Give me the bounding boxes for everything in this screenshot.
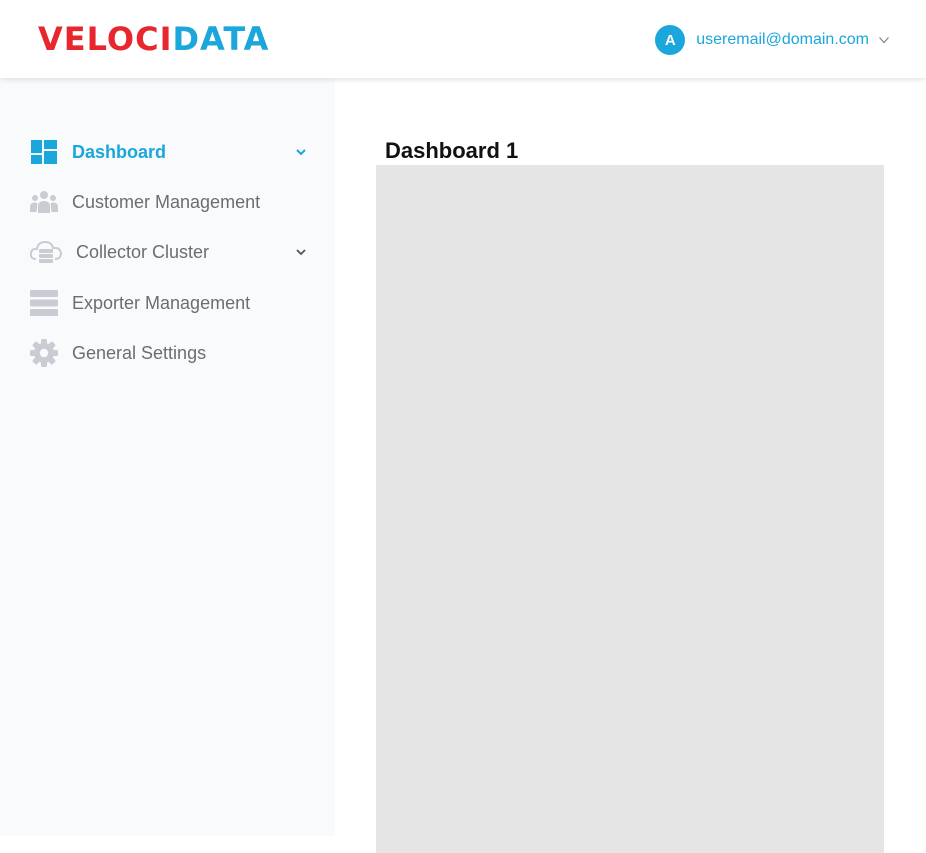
cloud-server-icon bbox=[30, 238, 62, 266]
user-avatar[interactable]: A bbox=[655, 25, 686, 55]
top-bar: VELOCIDATA A useremail@domain.com bbox=[0, 0, 926, 78]
dashboard-panel bbox=[376, 165, 884, 853]
page-title: Dashboard 1 bbox=[385, 138, 519, 163]
sidebar-item-exporter-management[interactable]: Exporter Management bbox=[30, 285, 315, 321]
chevron-down-icon[interactable] bbox=[295, 146, 307, 158]
chevron-down-icon[interactable] bbox=[295, 246, 307, 258]
user-menu[interactable]: A useremail@domain.com bbox=[655, 25, 890, 55]
sidebar-item-collector-cluster[interactable]: Collector Cluster bbox=[30, 234, 315, 270]
sidebar-item-customer-management[interactable]: Customer Management bbox=[30, 184, 315, 220]
dashboard-icon bbox=[30, 138, 58, 166]
chevron-down-icon[interactable] bbox=[878, 34, 890, 46]
sidebar-item-label: Exporter Management bbox=[72, 292, 251, 313]
sidebar-item-label: Customer Management bbox=[72, 191, 261, 212]
server-stack-icon bbox=[30, 289, 58, 317]
gear-icon bbox=[30, 339, 58, 367]
sidebar-item-label: General Settings bbox=[72, 342, 207, 363]
velocidata-logo[interactable]: VELOCIDATA bbox=[38, 20, 269, 58]
sidebar-item-label: Dashboard bbox=[72, 141, 167, 162]
sidebar-item-dashboard[interactable]: Dashboard bbox=[30, 134, 315, 170]
logo-text-data: DATA bbox=[172, 20, 270, 58]
logo-text-veloci: VELOCI bbox=[38, 20, 173, 58]
sidebar-item-label: Collector Cluster bbox=[76, 241, 210, 262]
user-email[interactable]: useremail@domain.com bbox=[696, 31, 869, 49]
sidebar-item-general-settings[interactable]: General Settings bbox=[30, 335, 315, 371]
users-icon bbox=[30, 188, 58, 216]
sidebar: Dashboard Customer Management Collector … bbox=[0, 78, 335, 836]
